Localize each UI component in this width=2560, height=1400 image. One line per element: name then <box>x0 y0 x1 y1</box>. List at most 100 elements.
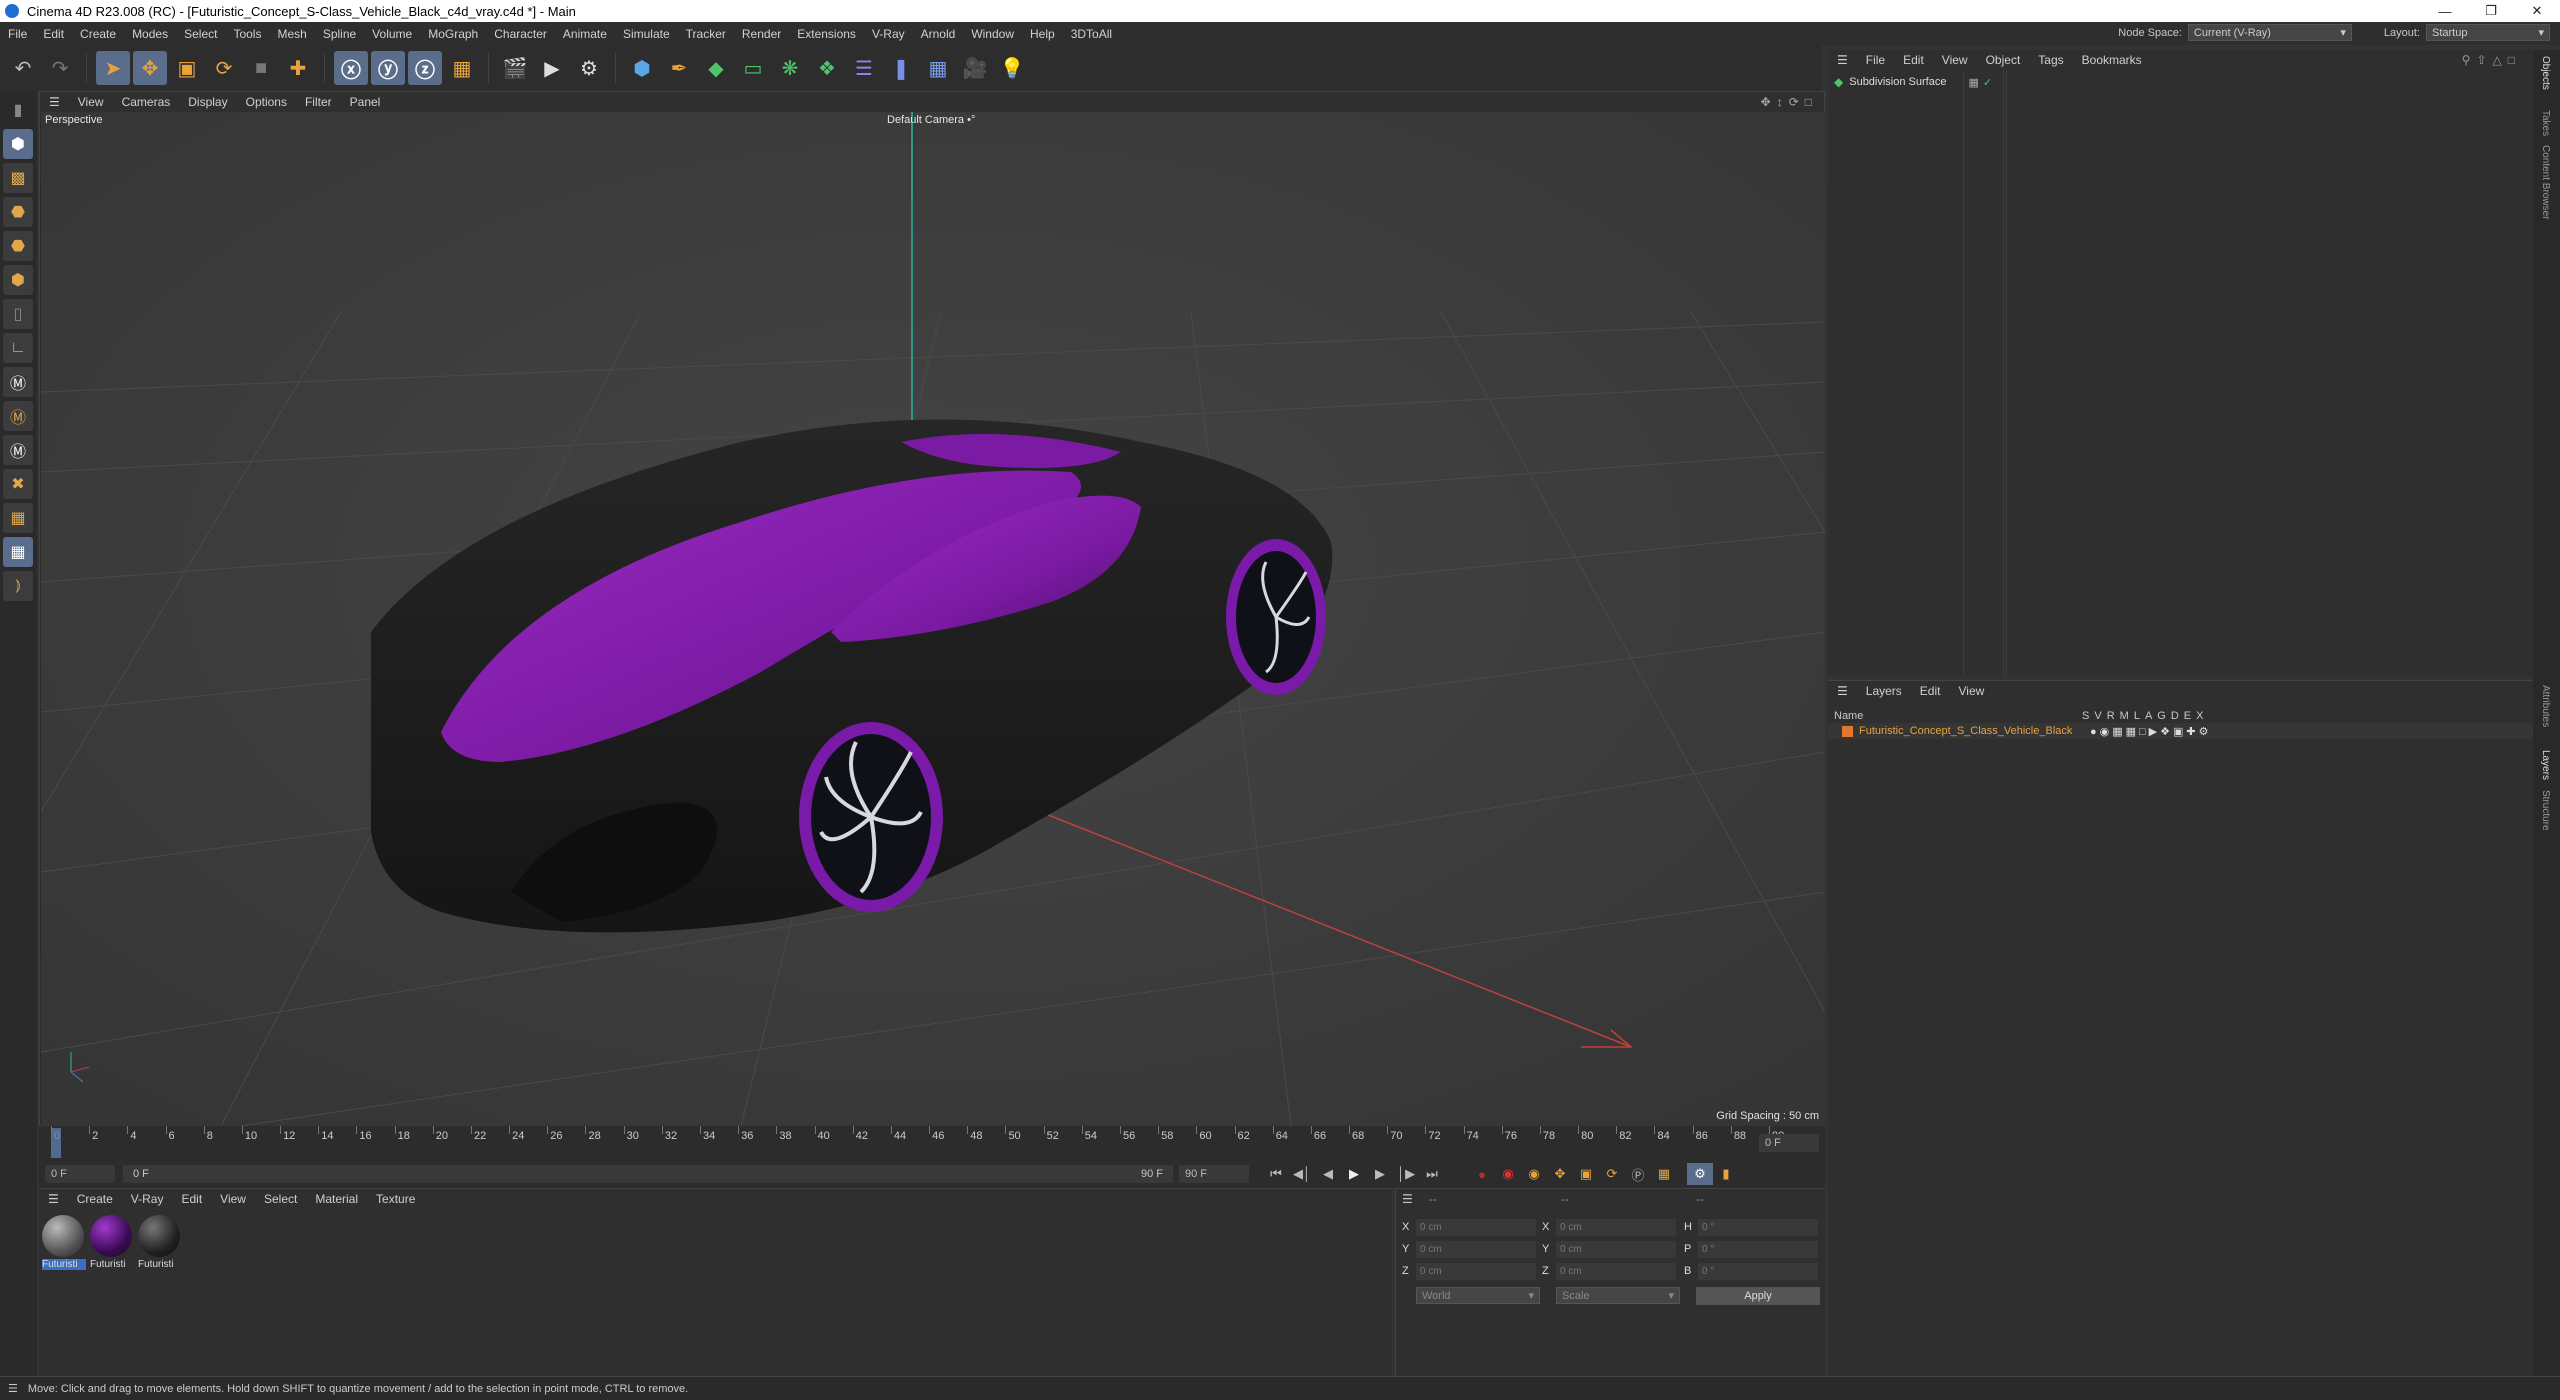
key-position-icon[interactable]: ✥ <box>1547 1163 1573 1185</box>
prev-frame-icon[interactable]: ◀ <box>1315 1163 1341 1185</box>
object-search-icons[interactable]: ⚲⇧△□ <box>2462 53 2521 67</box>
deformer-bend-icon[interactable]: ❚ <box>884 51 918 85</box>
mograph-cloner-icon[interactable]: ❖ <box>810 51 844 85</box>
layer-menu-view[interactable]: View <box>1949 684 1993 698</box>
locked-workplane-icon[interactable]: ▦ <box>3 537 33 567</box>
render-region-icon[interactable]: 🎬 <box>498 51 532 85</box>
key-param-icon[interactable]: Ⓟ <box>1625 1163 1651 1185</box>
viewport-menu-options[interactable]: Options <box>237 95 296 109</box>
enabled-check-icon[interactable]: ✓ <box>1983 76 1992 89</box>
menu-select[interactable]: Select <box>176 27 225 41</box>
menu-mograph[interactable]: MoGraph <box>420 27 486 41</box>
magnet-icon[interactable]: ✖ <box>3 469 33 499</box>
layer-color-swatch[interactable] <box>1842 725 1853 737</box>
recent-tool-icon[interactable]: ■ <box>244 51 278 85</box>
object-menu-file[interactable]: File <box>1857 53 1894 67</box>
move-tool-icon[interactable]: ✥ <box>133 51 167 85</box>
texture-mode-icon[interactable]: ▩ <box>3 163 33 193</box>
field-icon[interactable]: ☰ <box>847 51 881 85</box>
menu-volume[interactable]: Volume <box>364 27 420 41</box>
timeline-ruler[interactable]: 0246810121416182022242628303234363840424… <box>39 1126 1825 1162</box>
menu-file[interactable]: File <box>0 27 35 41</box>
menu-tools[interactable]: Tools <box>225 27 269 41</box>
current-frame-field[interactable]: 0 F <box>1759 1134 1819 1152</box>
menu-tracker[interactable]: Tracker <box>678 27 734 41</box>
menu-animate[interactable]: Animate <box>555 27 615 41</box>
menu-3dtoall[interactable]: 3DToAll <box>1063 27 1120 41</box>
menu-create[interactable]: Create <box>72 27 124 41</box>
layer-column-header[interactable]: D <box>2171 710 2179 722</box>
menu-simulate[interactable]: Simulate <box>615 27 678 41</box>
play-icon[interactable]: ▶ <box>1341 1163 1367 1185</box>
start-frame-field[interactable]: 0 F <box>45 1165 115 1183</box>
point-mode-icon[interactable]: ⬣ <box>3 197 33 227</box>
axis-mode-icon[interactable]: ∟ <box>3 333 33 363</box>
light-icon[interactable]: 💡 <box>995 51 1029 85</box>
perspective-viewport[interactable]: ☰ View Cameras Display Options Filter Pa… <box>39 91 1825 1126</box>
material-swatch[interactable]: Futuristi <box>42 1215 86 1275</box>
pos-y-field[interactable]: 0 cm <box>1416 1241 1536 1258</box>
material-menu-texture[interactable]: Texture <box>367 1192 424 1206</box>
layout-select[interactable]: Startup ▾ <box>2426 24 2550 41</box>
pos-z-field[interactable]: 0 cm <box>1416 1263 1536 1280</box>
menu-vray[interactable]: V-Ray <box>864 27 913 41</box>
render-view-icon[interactable]: ▶ <box>535 51 569 85</box>
tab-takes[interactable]: Takes <box>2540 110 2551 136</box>
visibility-toggle-icon[interactable]: ▦ <box>1968 76 1978 89</box>
end-frame-field[interactable]: 90 F <box>1179 1165 1249 1183</box>
node-space-select[interactable]: Current (V-Ray) ▾ <box>2187 24 2352 41</box>
z-axis-lock-icon[interactable]: ⓩ <box>408 51 442 85</box>
menu-render[interactable]: Render <box>734 27 789 41</box>
record-off-icon[interactable]: ● <box>1469 1163 1495 1185</box>
key-rotation-icon[interactable]: ⟳ <box>1599 1163 1625 1185</box>
size-z-field[interactable]: 0 cm <box>1556 1263 1676 1280</box>
menu-extensions[interactable]: Extensions <box>789 27 864 41</box>
tab-structure[interactable]: Structure <box>2540 790 2551 831</box>
keyframe-selection-icon[interactable]: ◉ <box>1521 1163 1547 1185</box>
camera-icon[interactable]: 🎥 <box>958 51 992 85</box>
material-menu-select[interactable]: Select <box>255 1192 306 1206</box>
object-menu-tags[interactable]: Tags <box>2029 53 2072 67</box>
snap-settings-icon[interactable]: Ⓜ <box>3 401 33 431</box>
rotate-tool-icon[interactable]: ⟳ <box>207 51 241 85</box>
go-to-end-icon[interactable]: ⏭ <box>1419 1163 1445 1185</box>
prev-keyframe-icon[interactable]: ◀│ <box>1289 1163 1315 1185</box>
menu-spline[interactable]: Spline <box>315 27 364 41</box>
floor-icon[interactable]: ▦ <box>921 51 955 85</box>
material-menu-view[interactable]: View <box>211 1192 255 1206</box>
object-menu-view[interactable]: View <box>1933 53 1977 67</box>
coord-mode-select[interactable]: Scale ▾ <box>1556 1287 1680 1304</box>
timeline-settings-icon[interactable]: ⚙ <box>1687 1163 1713 1185</box>
layer-column-header[interactable]: M <box>2120 710 2129 722</box>
layer-column-header[interactable]: L <box>2134 710 2140 722</box>
pos-x-field[interactable]: 0 cm <box>1416 1219 1536 1236</box>
create-object-icon[interactable]: ✚ <box>281 51 315 85</box>
next-keyframe-icon[interactable]: │▶ <box>1393 1163 1419 1185</box>
viewport-menu-display[interactable]: Display <box>179 95 236 109</box>
viewport-canvas[interactable]: Perspective Default Camera •° Grid Spaci… <box>41 112 1825 1126</box>
object-menu-object[interactable]: Object <box>1977 53 2030 67</box>
key-pla-icon[interactable]: ▦ <box>1651 1163 1677 1185</box>
cube-primitive-icon[interactable]: ⬢ <box>625 51 659 85</box>
material-menu-edit[interactable]: Edit <box>172 1192 211 1206</box>
menu-window[interactable]: Window <box>963 27 1022 41</box>
tab-content-browser[interactable]: Content Browser <box>2540 145 2551 219</box>
subdivision-generator-icon[interactable]: ◆ <box>699 51 733 85</box>
coord-space-select[interactable]: World ▾ <box>1416 1287 1540 1304</box>
autokey-icon[interactable]: ◉ <box>1495 1163 1521 1185</box>
rot-h-field[interactable]: 0 ° <box>1698 1219 1818 1236</box>
viewport-hamburger-icon[interactable]: ☰ <box>40 95 69 109</box>
layer-column-header[interactable]: X <box>2196 710 2203 722</box>
minimize-icon[interactable]: — <box>2422 0 2468 22</box>
object-hamburger-icon[interactable]: ☰ <box>1828 53 1857 67</box>
viewport-menu-filter[interactable]: Filter <box>296 95 341 109</box>
close-icon[interactable]: ✕ <box>2514 0 2560 22</box>
timeline-layout-icon[interactable]: ▮ <box>1713 1163 1739 1185</box>
coordinate-bracket-icon[interactable]: ⦆ <box>3 571 33 601</box>
status-hamburger-icon[interactable]: ☰ <box>8 1382 18 1395</box>
material-menu-material[interactable]: Material <box>306 1192 367 1206</box>
undo-icon[interactable]: ↶ <box>6 51 40 85</box>
redo-icon[interactable]: ↷ <box>43 51 77 85</box>
polygon-mode-icon[interactable]: ⬢ <box>3 265 33 295</box>
viewport-menu-panel[interactable]: Panel <box>341 95 390 109</box>
